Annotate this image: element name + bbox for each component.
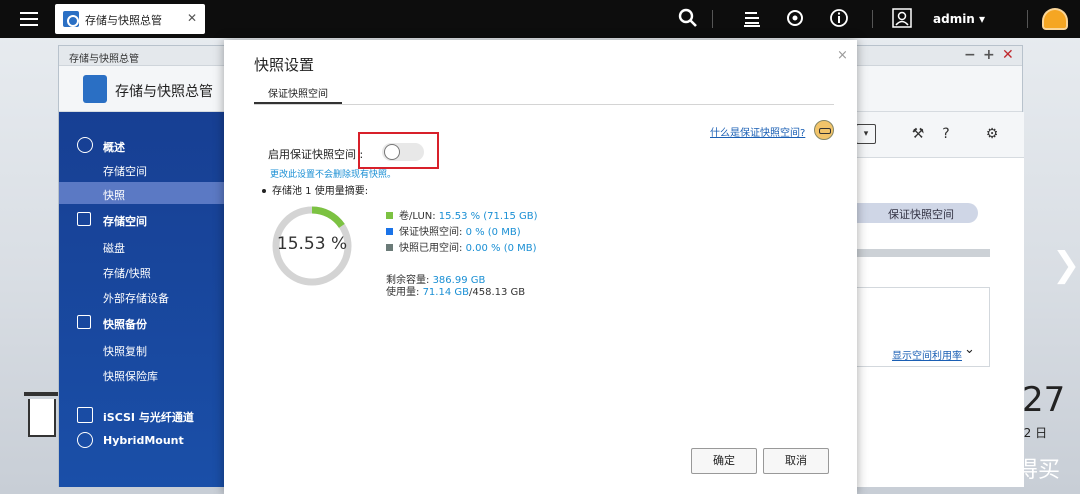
help-icon[interactable]: ? <box>936 124 956 144</box>
sidebar-item-snapshot[interactable]: 快照 <box>59 182 225 204</box>
what-is-guaranteed-space-link[interactable]: 什么是保证快照空间? <box>710 124 805 139</box>
watermark-logo-icon: 值 <box>908 450 940 482</box>
chevron-right-icon[interactable]: ❯ <box>1052 245 1080 285</box>
desktop-clock: 27 <box>1022 380 1066 420</box>
dialog-title: 快照设置 <box>254 56 315 74</box>
app-tab-storage[interactable]: 存储与快照总管 ✕ <box>55 4 205 34</box>
sidebar-item-label: iSCSI 与光纤通道 <box>103 411 194 424</box>
legend-snapshot-used: 快照已用空间: 0.00 % (0 MB) <box>386 239 537 254</box>
sidebar-item-label: 概述 <box>103 141 125 154</box>
sidebar-item-snapshot-backup[interactable]: 快照备份 <box>59 311 225 333</box>
sidebar-item-label: 存储/快照 <box>103 267 151 280</box>
legend-volume: 卷/LUN: 15.53 % (71.15 GB) <box>386 207 538 222</box>
sidebar-item-label: HybridMount <box>103 434 184 447</box>
sidebar-item-snapshot-replica[interactable]: 快照复制 <box>59 338 225 360</box>
sidebar-item-label: 存储空间 <box>103 165 147 178</box>
storage-icon <box>77 212 91 226</box>
legend-swatch-green <box>386 212 393 219</box>
used-label: 使用量: <box>386 287 423 298</box>
used-value: 71.14 GB <box>422 287 469 298</box>
legend-value: 0.00 % (0 MB) <box>465 243 537 254</box>
guaranteed-snapshot-space-badge[interactable]: 保证快照空间 <box>856 203 978 223</box>
badge-label: 保证快照空间 <box>888 208 954 221</box>
sidebar-item-label: 快照保险库 <box>103 370 158 383</box>
sidebar-item-external-storage[interactable]: 外部存储设备 <box>59 285 225 307</box>
legend-swatch-gray <box>386 244 393 251</box>
dashboard-gauge-icon[interactable] <box>1042 8 1068 30</box>
sidebar: 概述 存储空间 快照 存储空间 磁盘 存储/快照 外部存储设备 快照备份 快照复… <box>59 112 225 487</box>
legend-label: 快照已用空间: <box>399 243 466 254</box>
info-icon[interactable] <box>828 8 850 30</box>
top-bar: 存储与快照总管 ✕ admin ▾ <box>0 0 1080 38</box>
app-tab-close-icon[interactable]: ✕ <box>187 11 197 25</box>
sidebar-item-overview[interactable]: 概述 <box>59 134 225 156</box>
sidebar-item-label: 快照 <box>103 189 125 202</box>
gear-icon[interactable]: ⚙ <box>982 124 1002 144</box>
tab-guaranteed-snapshot-space[interactable]: 保证快照空间 <box>254 88 342 104</box>
sidebar-item-label: 快照复制 <box>103 345 147 358</box>
overview-icon <box>77 137 93 153</box>
legend-swatch-blue <box>386 228 393 235</box>
annotation-highlight-box <box>358 132 439 169</box>
app-name: 存储与快照总管 <box>115 84 213 100</box>
tab-divider <box>254 104 834 105</box>
sidebar-item-label: 外部存储设备 <box>103 292 169 305</box>
sidebar-item-storage[interactable]: 存储空间 <box>59 208 225 230</box>
dialog-close-icon[interactable]: × <box>837 48 848 63</box>
toolbar-divider <box>872 10 873 28</box>
pool-summary-text: 存储池 1 使用量摘要: <box>272 186 369 197</box>
tools-icon[interactable]: ⚒ <box>908 124 928 144</box>
app-tab-label: 存储与快照总管 <box>85 14 162 27</box>
iscsi-icon <box>77 407 93 423</box>
content-toolbar: ▾ ⚒ ? ⚙ <box>856 112 1024 158</box>
view-dropdown[interactable]: ▾ <box>856 124 876 144</box>
enable-toggle-label: 启用保证快照空间 : <box>268 148 364 161</box>
helper-avatar-icon <box>814 120 834 140</box>
snapshot-backup-icon <box>77 315 91 329</box>
sidebar-item-hybridmount[interactable]: HybridMount <box>59 429 225 451</box>
confirm-button[interactable]: 确定 <box>691 448 757 474</box>
sidebar-item-storage-space[interactable]: 存储空间 <box>59 158 225 180</box>
legend-label: 卷/LUN: <box>399 211 439 222</box>
window-title: 存储与快照总管 <box>69 54 139 65</box>
legend-label: 保证快照空间: <box>399 227 466 238</box>
recycle-bin-icon[interactable] <box>24 390 60 438</box>
user-avatar-icon[interactable] <box>891 8 913 30</box>
legend-value: 0 % (0 MB) <box>465 227 521 238</box>
minimize-button[interactable]: − <box>964 47 976 63</box>
cloud-icon <box>77 432 93 448</box>
close-window-button[interactable]: ✕ <box>1002 47 1014 63</box>
toolbar-divider <box>712 10 713 28</box>
usage-percent-label: 15.53 % <box>276 234 348 254</box>
sidebar-item-label: 快照备份 <box>103 318 147 331</box>
show-space-usage-link[interactable]: 显示空间利用率 <box>892 347 962 362</box>
main-content-pane: ▾ ⚒ ? ⚙ 保证快照空间 显示空间利用率 ⌄ <box>856 112 1024 487</box>
sidebar-item-label: 存储空间 <box>103 215 147 228</box>
snapshot-settings-dialog: 快照设置 × 保证快照空间 什么是保证快照空间? 启用保证快照空间 : 更改此设… <box>224 40 857 494</box>
main-menu-icon[interactable] <box>16 7 42 31</box>
background-tasks-icon[interactable] <box>741 8 763 30</box>
chevron-down-icon[interactable]: ⌄ <box>964 342 975 357</box>
sidebar-item-storage-snapshot[interactable]: 存储/快照 <box>59 260 225 282</box>
sync-icon[interactable] <box>784 8 806 30</box>
sidebar-item-disks[interactable]: 磁盘 <box>59 235 225 257</box>
pool-summary-title: 存储池 1 使用量摘要: <box>262 182 368 197</box>
user-menu[interactable]: admin ▾ <box>933 12 985 26</box>
maximize-button[interactable]: + <box>983 47 995 63</box>
legend-guaranteed: 保证快照空间: 0 % (0 MB) <box>386 223 521 238</box>
storage-app-logo-icon <box>83 75 107 103</box>
watermark-text: 什么值得买 <box>950 458 1061 483</box>
used-total: /458.13 GB <box>468 287 526 298</box>
used-capacity: 使用量: 71.14 GB/458.13 GB <box>386 283 525 298</box>
usage-bar <box>856 249 990 257</box>
sidebar-item-snapshot-vault[interactable]: 快照保险库 <box>59 363 225 385</box>
cancel-button[interactable]: 取消 <box>763 448 829 474</box>
legend-value: 15.53 % (71.15 GB) <box>438 211 538 222</box>
search-icon[interactable] <box>677 8 699 30</box>
storage-app-icon <box>63 11 79 27</box>
sidebar-item-iscsi[interactable]: iSCSI 与光纤通道 <box>59 404 225 426</box>
toolbar-divider <box>1027 10 1028 28</box>
sidebar-item-label: 磁盘 <box>103 242 125 255</box>
settings-note: 更改此设置不会删除现有快照。 <box>270 170 397 180</box>
